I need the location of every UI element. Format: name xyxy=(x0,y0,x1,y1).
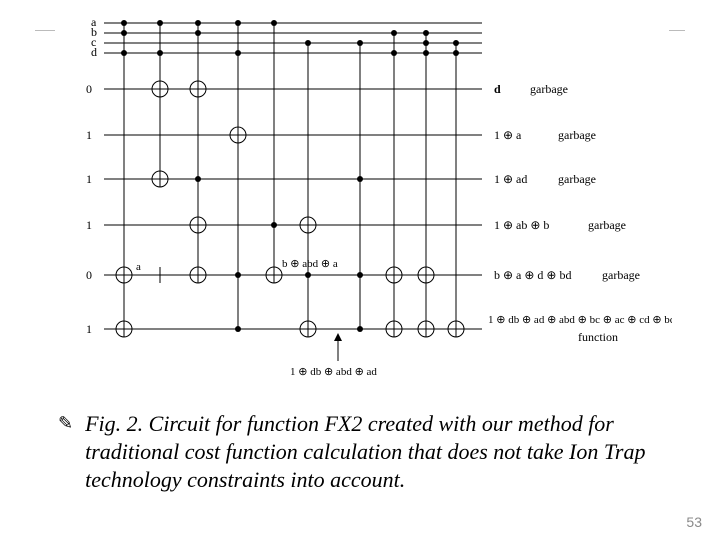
out-1xabxb: 1 ⊕ ab ⊕ b xyxy=(494,218,549,232)
label-r0a: 0 xyxy=(86,82,92,96)
gate-col-3 xyxy=(190,20,206,283)
gate-col-9 xyxy=(418,30,434,337)
circuit-figure: a b c d 0 1 1 1 0 1 xyxy=(55,4,669,394)
arrow-mid-annotation: 1 ⊕ db ⊕ abd ⊕ ad xyxy=(290,333,377,378)
label-r1a: 1 xyxy=(86,128,92,142)
out-1xa: 1 ⊕ a xyxy=(494,128,522,142)
out-1xa-garbage: garbage xyxy=(558,128,596,142)
slide-page: a b c d 0 1 1 1 0 1 xyxy=(0,0,720,540)
top-cluster xyxy=(104,23,482,53)
out-d: d xyxy=(494,82,501,96)
gate-col-10 xyxy=(448,40,464,337)
out-function-tag: function xyxy=(578,330,618,344)
figure-caption: Fig. 2. Circuit for function FX2 created… xyxy=(85,410,670,494)
label-r0b: 0 xyxy=(86,268,92,282)
out-1xad-garbage: garbage xyxy=(558,172,596,186)
gate-col-2 xyxy=(152,20,168,283)
out-bxaxdxbd: b ⊕ a ⊕ d ⊕ bd xyxy=(494,268,572,282)
label-d: d xyxy=(91,45,97,59)
label-r1b: 1 xyxy=(86,172,92,186)
quantum-circuit-svg: a b c d 0 1 1 1 0 1 xyxy=(58,7,672,397)
caption-row: ✎ Fig. 2. Circuit for function FX2 creat… xyxy=(58,410,670,494)
gate-col-5 xyxy=(266,20,282,283)
out-1xabxb-garbage: garbage xyxy=(588,218,626,232)
label-r1d: 1 xyxy=(86,322,92,336)
gate-col-8 xyxy=(386,30,402,337)
gate-col-6 xyxy=(300,40,316,337)
out-function-expr: 1 ⊕ db ⊕ ad ⊕ abd ⊕ bc ⊕ ac ⊕ cd ⊕ bcd xyxy=(488,314,672,326)
out-bxaxdxbd-garbage: garbage xyxy=(602,268,640,282)
svg-text:1 ⊕ db ⊕ abd ⊕ ad: 1 ⊕ db ⊕ abd ⊕ ad xyxy=(290,366,377,378)
caption-bullet-icon: ✎ xyxy=(58,412,73,434)
label-r1c: 1 xyxy=(86,218,92,232)
anno-a: a xyxy=(136,261,141,273)
page-number: 53 xyxy=(686,514,702,530)
out-1xad: 1 ⊕ ad xyxy=(494,172,527,186)
gate-col-4 xyxy=(230,20,246,332)
gate-col-7 xyxy=(357,40,363,332)
anno-bxabdxa: b ⊕ abd ⊕ a xyxy=(282,258,338,270)
out-d-garbage: garbage xyxy=(530,82,568,96)
